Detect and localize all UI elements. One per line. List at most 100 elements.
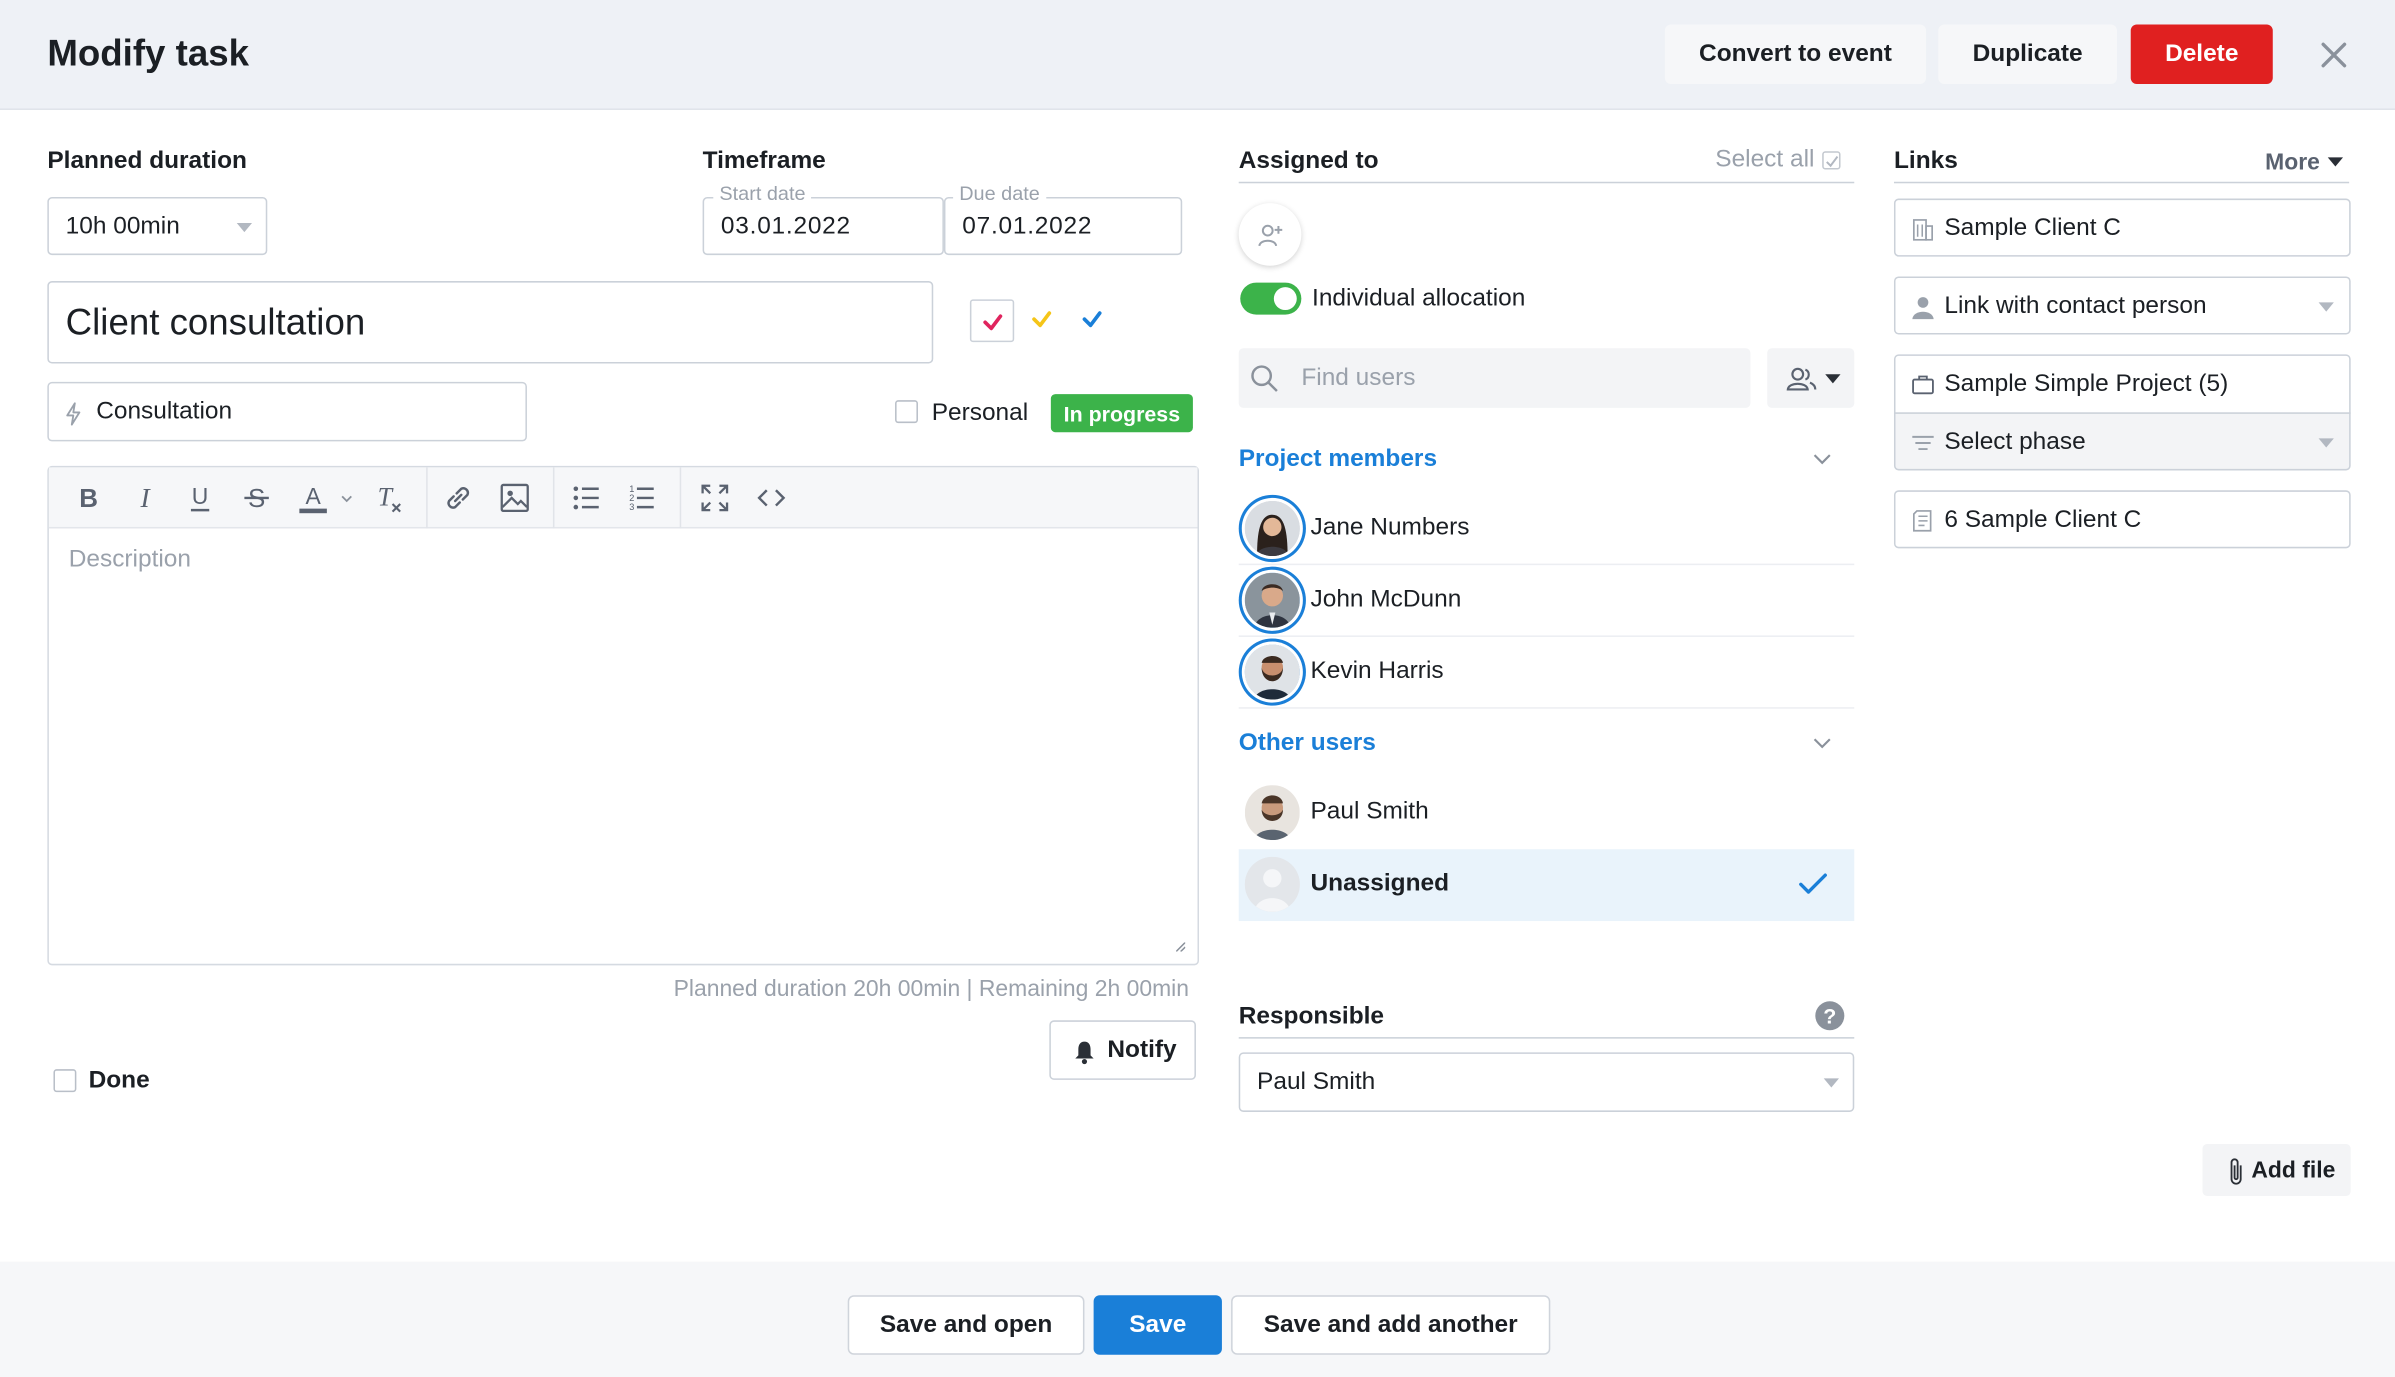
fullscreen-icon[interactable] <box>698 481 732 515</box>
project-link-field[interactable]: Sample Simple Project (5) <box>1893 354 2351 414</box>
more-button[interactable]: More <box>2265 150 2320 176</box>
italic-icon[interactable]: I <box>128 481 162 515</box>
contact-placeholder: Link with contact person <box>1944 293 2207 320</box>
personal-checkbox[interactable] <box>895 400 918 424</box>
underline-icon[interactable]: U <box>183 481 217 515</box>
svg-text:?: ? <box>1823 1004 1836 1028</box>
text-color-icon[interactable]: A <box>296 481 330 515</box>
section-divider <box>1238 1037 1855 1039</box>
resize-handle-icon[interactable] <box>1176 942 1186 952</box>
done-checkbox[interactable] <box>53 1069 77 1093</box>
user-name: Jane Numbers <box>1310 514 1470 541</box>
user-row-paul-smith[interactable]: Paul Smith <box>1239 777 1855 849</box>
color-check-red[interactable] <box>969 299 1015 343</box>
task-name-input[interactable]: Client consultation <box>47 281 934 364</box>
avatar <box>1244 856 1300 912</box>
users-icon <box>1786 367 1817 391</box>
user-row-unassigned[interactable]: Unassigned <box>1238 849 1855 922</box>
chevron-down-icon[interactable] <box>2327 157 2344 167</box>
dialog-header: Modify task Convert to event Duplicate D… <box>0 0 2395 110</box>
due-date-field[interactable]: 07.01.2022 <box>943 197 1183 256</box>
due-date-value: 07.01.2022 <box>962 213 1093 240</box>
toolbar-divider <box>426 467 428 529</box>
activity-select[interactable]: Consultation <box>47 381 527 442</box>
save-button[interactable]: Save <box>1093 1295 1222 1355</box>
add-file-label: Add file <box>2251 1157 2336 1184</box>
duration-summary: Planned duration 20h 00min | Remaining 2… <box>673 976 1190 1002</box>
start-date-field[interactable]: 03.01.2022 <box>702 197 944 256</box>
phase-placeholder: Select phase <box>1944 429 2086 456</box>
toolbar-divider <box>552 467 555 529</box>
personal-label: Personal <box>931 400 1029 427</box>
link-icon[interactable] <box>441 481 475 515</box>
bullet-list-icon[interactable] <box>570 481 604 515</box>
person-icon <box>1912 297 1934 320</box>
duplicate-button[interactable]: Duplicate <box>1938 24 2117 85</box>
phase-icon <box>1912 435 1934 451</box>
convert-to-event-button[interactable]: Convert to event <box>1664 24 1927 85</box>
avatar <box>1244 500 1300 556</box>
notify-button[interactable]: Notify <box>1049 1020 1196 1080</box>
project-value: Sample Simple Project (5) <box>1944 371 2229 398</box>
add-file-button[interactable]: Add file <box>2202 1144 2351 1196</box>
done-label: Done <box>88 1067 150 1094</box>
phase-select[interactable]: Select phase <box>1893 412 2351 471</box>
client-link-field[interactable]: Sample Client C <box>1893 198 2351 257</box>
select-all-checkbox[interactable] <box>1822 151 1841 170</box>
other-users-header[interactable]: Other users <box>1239 730 1376 757</box>
user-row-kevin-harris[interactable]: Kevin Harris <box>1238 637 1855 709</box>
start-date-label: Start date <box>713 181 812 205</box>
planned-duration-select[interactable]: 10h 00min <box>47 197 268 256</box>
notify-label: Notify <box>1107 1037 1177 1064</box>
project-members-header[interactable]: Project members <box>1239 446 1437 473</box>
chevron-down-icon[interactable] <box>1813 454 1831 466</box>
modify-task-dialog: Modify task Convert to event Duplicate D… <box>0 0 2395 1377</box>
image-icon[interactable] <box>498 481 532 515</box>
svg-text:3: 3 <box>629 502 634 512</box>
check-icon <box>1799 873 1827 894</box>
chevron-down-icon[interactable] <box>341 495 353 504</box>
links-label: Links <box>1893 148 1958 175</box>
chevron-down-icon <box>2318 438 2334 448</box>
code-view-icon[interactable] <box>755 481 789 515</box>
user-name: Kevin Harris <box>1310 658 1444 685</box>
save-and-open-button[interactable]: Save and open <box>847 1295 1085 1355</box>
check-icon <box>983 314 1003 331</box>
clear-format-icon[interactable]: T <box>371 481 405 515</box>
svg-text:I: I <box>140 483 152 513</box>
description-placeholder[interactable]: Description <box>69 547 191 574</box>
chevron-down-icon[interactable] <box>1813 738 1831 750</box>
save-and-add-another-button[interactable]: Save and add another <box>1231 1295 1551 1355</box>
strikethrough-icon[interactable]: S <box>240 481 274 515</box>
dialog-title: Modify task <box>47 33 250 75</box>
select-all-label[interactable]: Select all <box>1715 147 1814 174</box>
invoice-value: 6 Sample Client C <box>1944 507 2142 534</box>
contact-person-select[interactable]: Link with contact person <box>1893 276 2351 335</box>
planned-duration-label: Planned duration <box>47 148 247 175</box>
bold-icon[interactable]: B <box>72 481 106 515</box>
delete-button[interactable]: Delete <box>2130 24 2273 85</box>
chevron-down-icon <box>1825 374 1841 384</box>
invoice-link-field[interactable]: 6 Sample Client C <box>1893 490 2351 549</box>
color-check-blue-icon[interactable] <box>1080 307 1104 331</box>
bell-icon <box>1075 1041 1094 1065</box>
individual-allocation-toggle[interactable] <box>1240 282 1302 315</box>
responsible-label: Responsible <box>1238 1003 1385 1030</box>
start-date-value: 03.01.2022 <box>720 213 851 240</box>
user-row-john-mcdunn[interactable]: John McDunn <box>1238 565 1855 637</box>
user-row-jane-numbers[interactable]: Jane Numbers <box>1238 493 1855 566</box>
svg-text:U: U <box>192 483 209 509</box>
document-icon <box>1912 510 1932 532</box>
user-filter-button[interactable] <box>1767 348 1855 408</box>
status-badge[interactable]: In progress <box>1050 394 1193 433</box>
due-date-label: Due date <box>953 181 1046 205</box>
find-users-placeholder: Find users <box>1301 365 1416 392</box>
numbered-list-icon[interactable]: 123 <box>625 481 659 515</box>
close-icon[interactable] <box>2316 37 2353 74</box>
toolbar-divider <box>679 467 682 529</box>
color-check-yellow-icon[interactable] <box>1029 307 1053 331</box>
add-user-button[interactable] <box>1238 203 1302 266</box>
help-icon[interactable]: ? <box>1815 1000 1846 1031</box>
responsible-select[interactable]: Paul Smith <box>1238 1052 1855 1112</box>
find-users-input[interactable]: Find users <box>1238 348 1751 408</box>
